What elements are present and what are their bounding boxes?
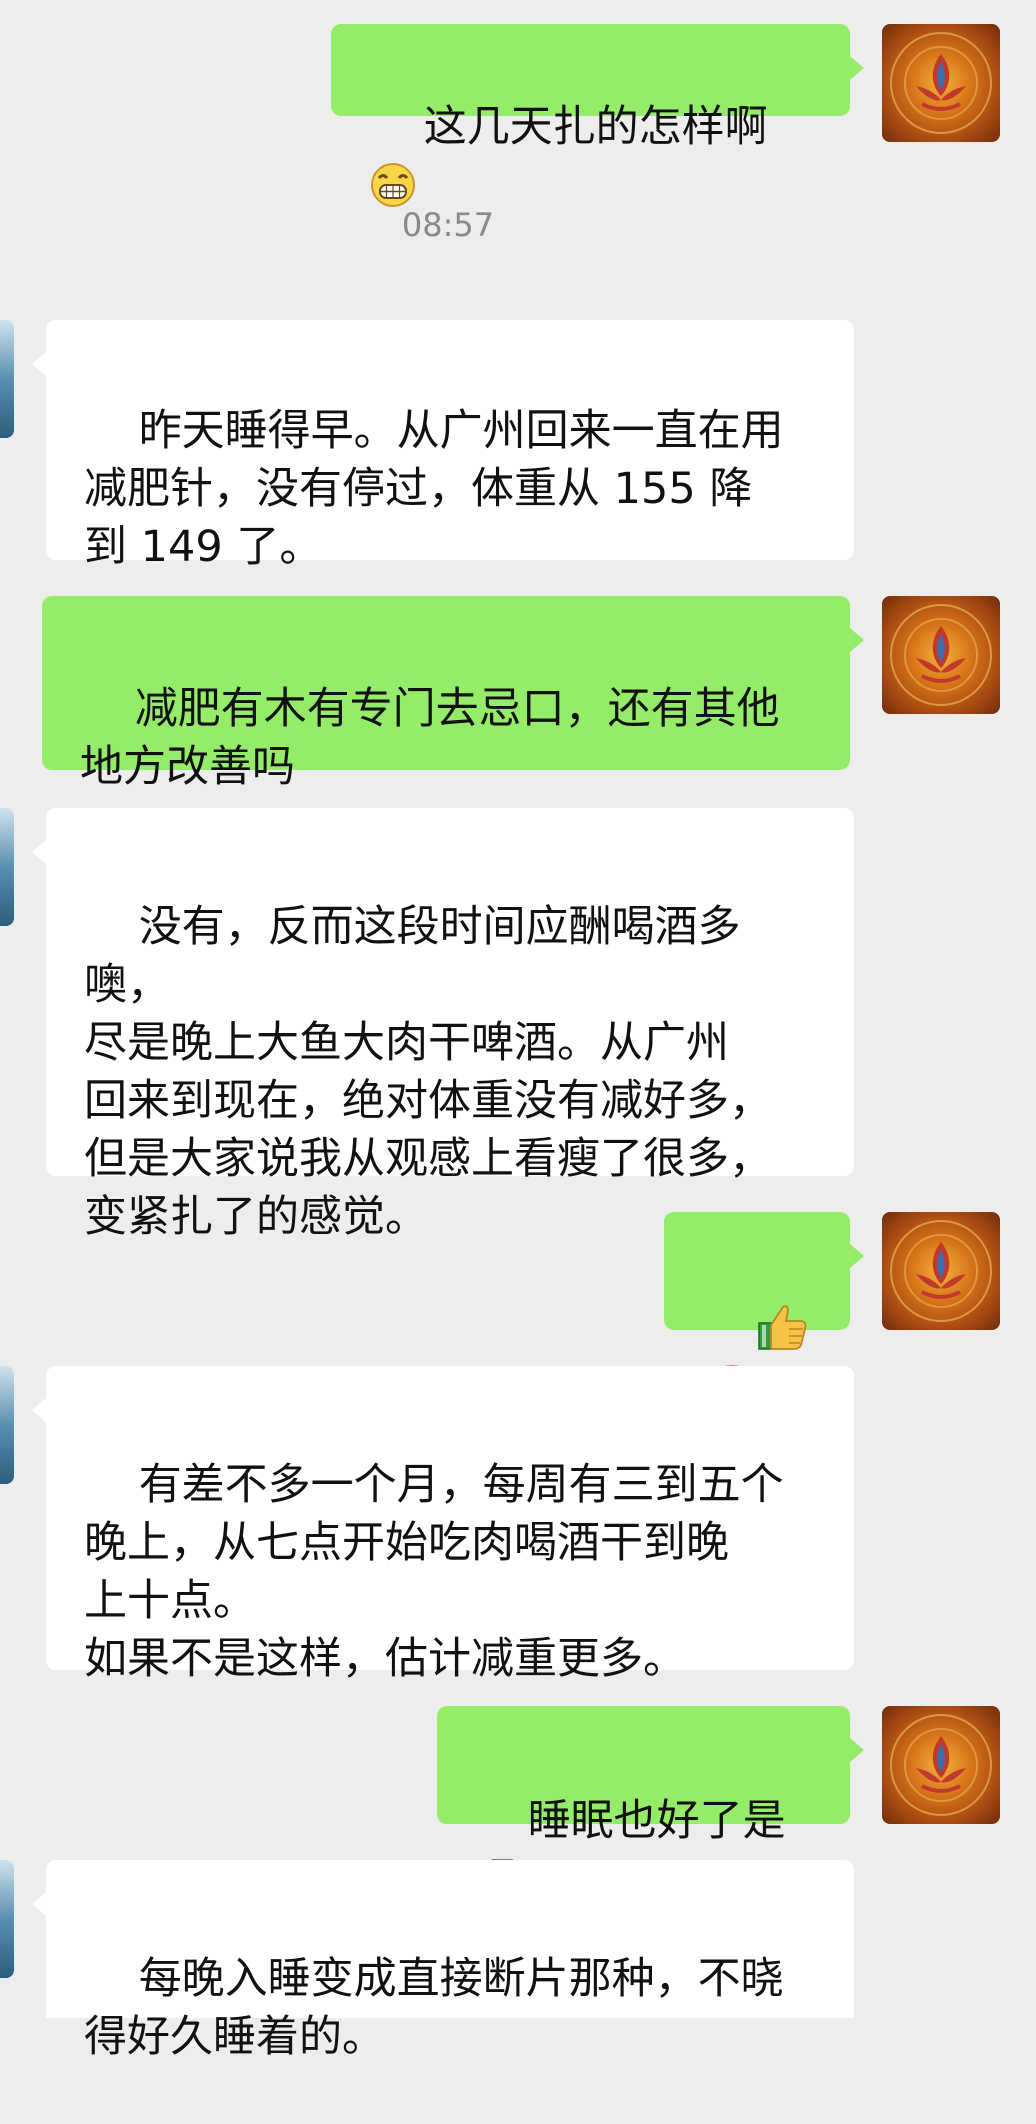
peer-avatar-icon[interactable] [0, 1366, 14, 1484]
peer-avatar-icon[interactable] [0, 1860, 14, 1978]
lotus-avatar-icon[interactable] [882, 1706, 1000, 1824]
chat-history[interactable]: 这几天扎的怎样啊 08:57 昨天睡得早。从广州回来一直在用 减肥针，没有停过，… [0, 0, 1036, 2062]
message-bubble-incoming[interactable]: 有差不多一个月，每周有三到五个 晚上，从七点开始吃肉喝酒干到晚 上十点。 如果不… [32, 1366, 854, 1684]
message-timestamp: 08:57 [401, 206, 495, 244]
message-text: 减肥有木有专门去忌口，还有其他 地方改善吗 [80, 684, 780, 792]
message-bubble-outgoing[interactable] [664, 1212, 864, 1409]
message-text: 有差不多一个月，每周有三到五个 晚上，从七点开始吃肉喝酒干到晚 上十点。 如果不… [84, 1460, 784, 1684]
peer-avatar-icon[interactable] [0, 320, 14, 438]
lotus-avatar-icon[interactable] [882, 596, 1000, 714]
message-bubble-outgoing[interactable]: 这几天扎的怎样啊 [331, 24, 864, 207]
message-bubble-outgoing[interactable]: 减肥有木有专门去忌口，还有其他 地方改善吗 [42, 596, 864, 792]
message-bubble-outgoing[interactable]: 睡眠也好了是吧 [437, 1706, 864, 1904]
message-bubble-incoming[interactable]: 昨天睡得早。从广州回来一直在用 减肥针，没有停过，体重从 155 降 到 149… [32, 320, 854, 572]
peer-avatar-icon[interactable] [0, 808, 14, 926]
message-text: 昨天睡得早。从广州回来一直在用 减肥针，没有停过，体重从 155 降 到 149… [84, 406, 784, 572]
message-bubble-incoming[interactable]: 没有，反而这段时间应酬喝酒多噢， 尽是晚上大鱼大肉干啤酒。从广州 回来到现在，绝… [32, 808, 854, 1242]
message-text: 这几天扎的怎样啊 [423, 102, 768, 152]
message-bubble-incoming[interactable]: 每晚入睡变成直接断片那种，不晓 得好久睡着的。 [32, 1860, 854, 2062]
message-text: 每晚入睡变成直接断片那种，不晓 得好久睡着的。 [84, 1954, 784, 2062]
message-text: 没有，反而这段时间应酬喝酒多噢， 尽是晚上大鱼大肉干啤酒。从广州 回来到现在，绝… [84, 902, 772, 1242]
lotus-avatar-icon[interactable] [882, 24, 1000, 142]
grin-emoji [371, 163, 415, 207]
thumbs-up-icon [757, 1305, 807, 1350]
lotus-avatar-icon[interactable] [882, 1212, 1000, 1330]
